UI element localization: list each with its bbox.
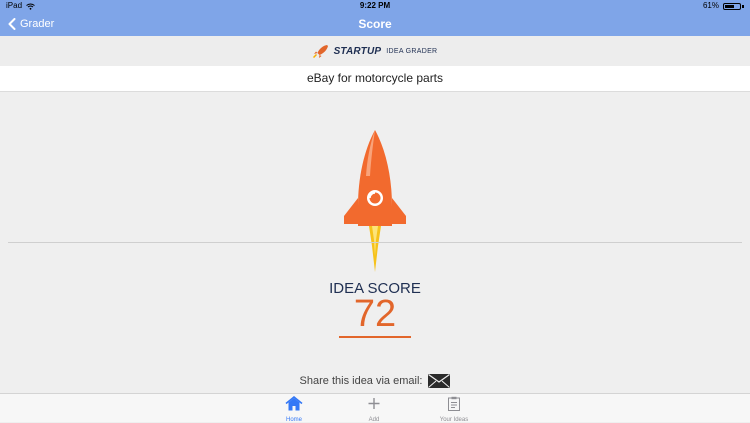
tab-add[interactable]: Add (349, 396, 399, 423)
rocket-icon (344, 130, 406, 272)
envelope-icon (428, 374, 451, 388)
idea-title: eBay for motorcycle parts (0, 66, 750, 92)
share-row: Share this idea via email: (0, 373, 750, 389)
score-underline (339, 336, 411, 338)
navigation-bar: Grader Score (0, 12, 750, 36)
status-bar: iPad 9:22 PM 61% (0, 0, 750, 12)
score-value: 72 (353, 293, 397, 335)
rocket-logo-icon (312, 45, 328, 58)
plus-icon (368, 398, 380, 409)
status-right: 61% (703, 0, 744, 12)
share-label: Share this idea via email: (299, 375, 423, 387)
status-time: 9:22 PM (359, 1, 391, 10)
brand-name: STARTUP (333, 45, 382, 57)
tab-add-label: Add (368, 417, 380, 423)
tab-your-ideas-label: Your Ideas (439, 417, 469, 423)
email-share-button[interactable] (428, 374, 451, 388)
tab-your-ideas[interactable]: Your Ideas (429, 396, 479, 423)
battery-tip (742, 4, 744, 8)
home-icon (285, 395, 303, 411)
divider (8, 242, 742, 243)
page-title: Score (358, 17, 392, 31)
tab-home-label: Home (285, 417, 302, 423)
clipboard-icon (448, 396, 460, 411)
brand-header: STARTUP IDEA GRADER (0, 36, 750, 66)
tab-home[interactable]: Home (269, 395, 319, 423)
battery-icon (723, 2, 741, 10)
battery-percent: 61% (702, 1, 719, 10)
tab-bar: Home Add Your Ideas (0, 393, 750, 423)
brand-subtitle: IDEA GRADER (386, 47, 438, 55)
battery-level (725, 4, 734, 8)
